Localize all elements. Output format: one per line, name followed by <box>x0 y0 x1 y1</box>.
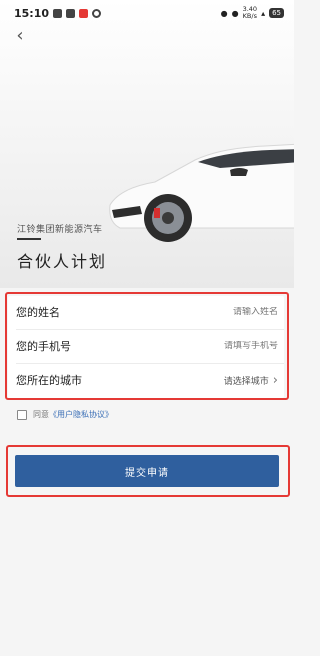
application-form: 您的姓名 您的手机号 您所在的城市 请选择城市 › <box>8 296 284 398</box>
brand-subtitle: 江铃集团新能源汽车 <box>17 225 103 235</box>
app-notification-icon <box>92 8 102 18</box>
hero-banner <box>0 0 294 288</box>
privacy-consent: 同意《用户隐私协议》 <box>17 409 113 420</box>
phone-row: 您的手机号 <box>8 330 284 362</box>
consent-label: 同意 <box>33 410 49 419</box>
battery-indicator: 65 <box>269 8 284 18</box>
app-notification-icon <box>53 8 63 18</box>
name-label: 您的姓名 <box>16 306 60 319</box>
city-select[interactable]: 请选择城市 <box>224 374 269 387</box>
status-bar: 15:10 ● ● 3.40 KB/s ▴ 65 <box>0 0 294 26</box>
car-image <box>109 143 294 242</box>
submit-button[interactable]: 提交申请 <box>15 455 279 487</box>
city-label: 您所在的城市 <box>16 374 82 387</box>
network-speed: 3.40 KB/s <box>242 5 258 20</box>
wifi-icon: ▴ <box>261 8 266 18</box>
chevron-right-icon: › <box>272 372 278 388</box>
name-row: 您的姓名 <box>8 296 284 328</box>
page-title: 合伙人计划 <box>17 252 108 271</box>
chevron-left-icon: ‹ <box>16 25 24 46</box>
app-notification-icon <box>66 8 76 18</box>
name-input[interactable] <box>168 307 278 317</box>
city-row[interactable]: 您所在的城市 请选择城市 › <box>8 364 284 396</box>
privacy-policy-link[interactable]: 《用户隐私协议》 <box>49 410 113 419</box>
consent-checkbox[interactable] <box>17 409 27 420</box>
clock: 15:10 <box>14 6 50 20</box>
app-notification-icon <box>79 8 89 18</box>
phone-input[interactable] <box>168 341 278 351</box>
phone-label: 您的手机号 <box>16 340 71 353</box>
title-divider <box>17 238 41 240</box>
back-button[interactable]: ‹ <box>10 26 30 46</box>
alarm-icon: ● <box>231 8 239 18</box>
location-icon: ● <box>220 8 228 18</box>
